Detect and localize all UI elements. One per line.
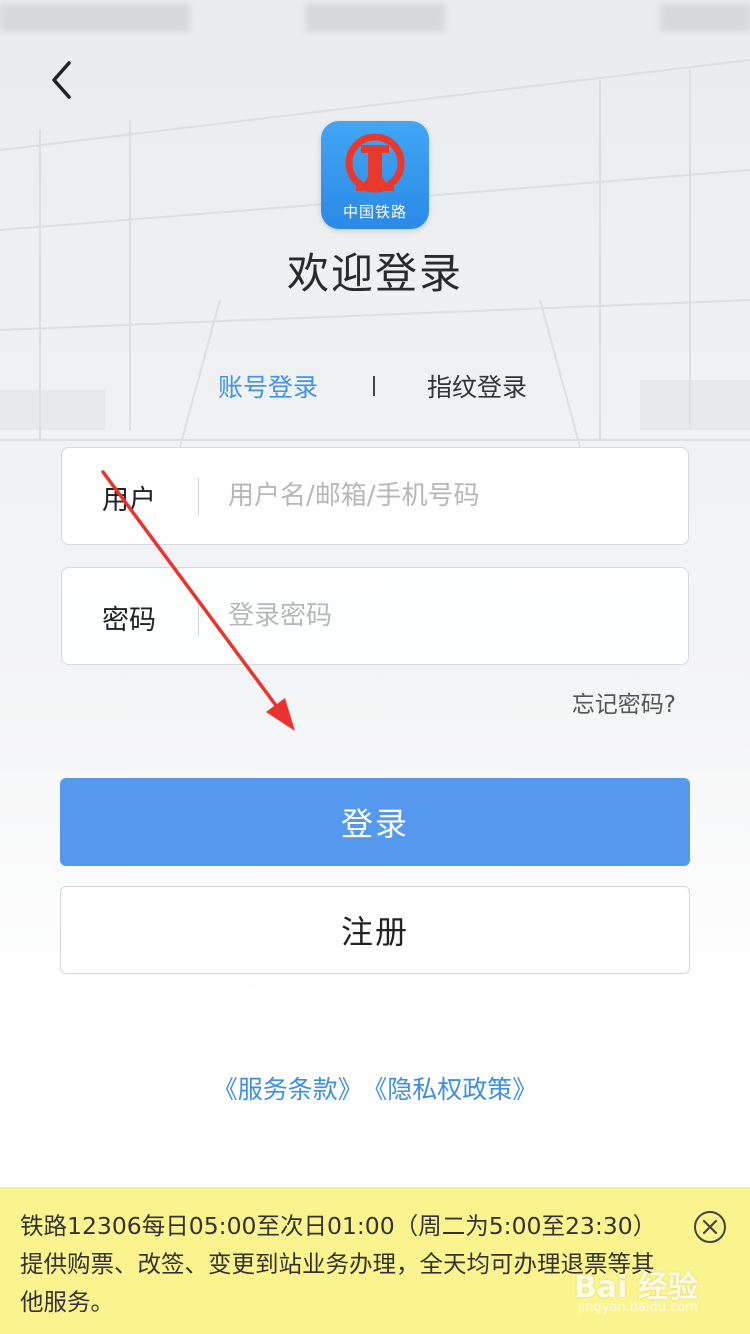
- tab-fingerprint-login[interactable]: 指纹登录: [427, 368, 527, 404]
- notice-close-button[interactable]: [693, 1210, 727, 1244]
- password-field: 密码: [61, 567, 689, 665]
- app-logo: 中国铁路: [321, 121, 429, 229]
- close-circle-icon: [694, 1211, 726, 1243]
- field-separator: [198, 478, 199, 516]
- login-button[interactable]: 登录: [60, 778, 690, 866]
- username-label: 用户: [102, 485, 156, 516]
- password-input[interactable]: [228, 594, 668, 638]
- status-bar: [0, 0, 750, 36]
- page-title: 欢迎登录: [286, 249, 463, 298]
- privacy-link[interactable]: 《隐私权政策》: [375, 1075, 538, 1104]
- username-input[interactable]: [228, 474, 668, 518]
- register-button[interactable]: 注册: [60, 886, 690, 974]
- watermark: Bai 经验 jingyan.baidu.com: [574, 1262, 744, 1322]
- chevron-left-icon: [52, 61, 71, 99]
- notice-text: 铁路12306每日05:00至次日01:00（周二为5:00至23:30）提供购…: [20, 1212, 657, 1316]
- tab-divider: [373, 376, 375, 396]
- password-label: 密码: [102, 605, 156, 636]
- forgot-password-link[interactable]: 忘记密码?: [572, 685, 676, 719]
- tab-account-login[interactable]: 账号登录: [218, 368, 318, 404]
- legal-links: 《服务条款》 《隐私权政策》: [0, 1070, 750, 1106]
- railway-emblem-icon: [345, 133, 405, 193]
- logo-text: 中国铁路: [342, 203, 407, 221]
- field-separator: [198, 598, 199, 636]
- terms-link[interactable]: 《服务条款》: [213, 1075, 363, 1104]
- watermark-url: jingyan.baidu.com: [578, 1300, 698, 1315]
- username-field: 用户: [61, 447, 689, 545]
- back-button[interactable]: [40, 58, 84, 102]
